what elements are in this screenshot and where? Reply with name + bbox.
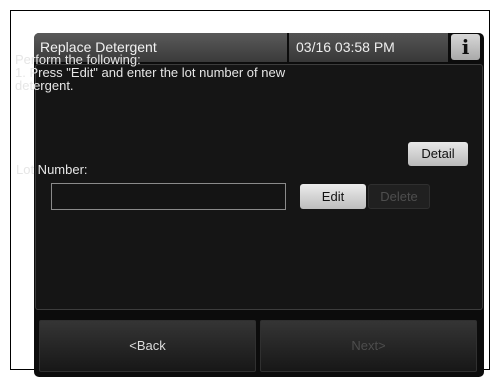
navigation-bar: <Back Next>: [34, 317, 484, 377]
info-button[interactable]: i: [451, 34, 480, 60]
instruction-text: Perform the following: 1. Press "Edit" a…: [15, 52, 286, 93]
edit-button[interactable]: Edit: [300, 184, 366, 209]
delete-button-disabled: Delete: [368, 184, 430, 209]
next-button-disabled: Next>: [260, 320, 477, 372]
lot-number-label: Lot Number:: [16, 162, 88, 177]
detail-button[interactable]: Detail: [408, 142, 468, 166]
back-button[interactable]: <Back: [39, 320, 256, 372]
lot-number-field[interactable]: [51, 183, 286, 210]
info-icon: i: [461, 35, 470, 59]
